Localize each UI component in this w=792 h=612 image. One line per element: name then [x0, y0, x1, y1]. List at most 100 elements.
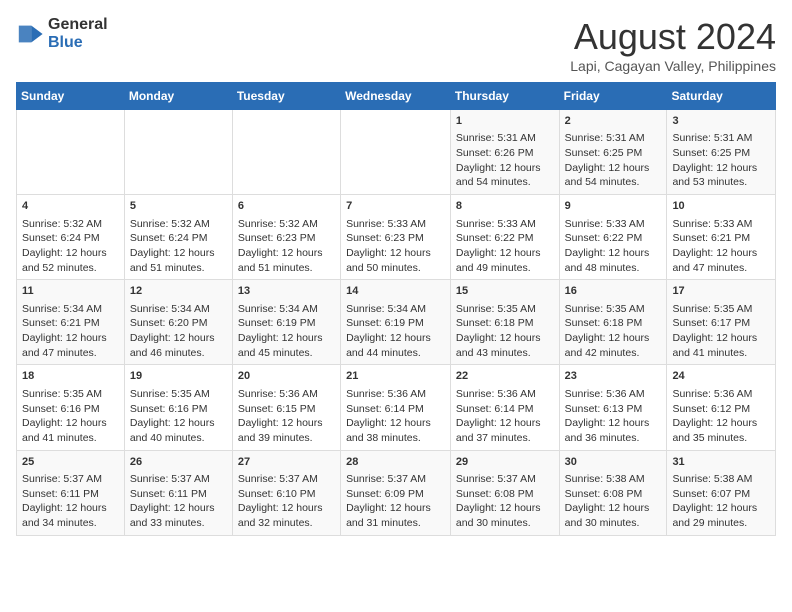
day-info-line: Sunset: 6:11 PM	[130, 487, 227, 502]
day-info-line: Daylight: 12 hours	[130, 416, 227, 431]
header-day-friday: Friday	[559, 83, 667, 110]
day-info-line: Sunset: 6:22 PM	[456, 231, 554, 246]
day-info-line: Sunrise: 5:36 AM	[565, 387, 662, 402]
day-info-line: Sunset: 6:22 PM	[565, 231, 662, 246]
calendar-week-3: 11Sunrise: 5:34 AMSunset: 6:21 PMDayligh…	[17, 280, 776, 365]
day-number: 28	[346, 455, 445, 470]
location-subtitle: Lapi, Cagayan Valley, Philippines	[570, 58, 776, 74]
calendar-cell: 28Sunrise: 5:37 AMSunset: 6:09 PMDayligh…	[341, 450, 451, 535]
day-info-line: Sunset: 6:26 PM	[456, 146, 554, 161]
calendar-cell: 12Sunrise: 5:34 AMSunset: 6:20 PMDayligh…	[124, 280, 232, 365]
calendar-cell: 26Sunrise: 5:37 AMSunset: 6:11 PMDayligh…	[124, 450, 232, 535]
calendar-cell: 18Sunrise: 5:35 AMSunset: 6:16 PMDayligh…	[17, 365, 125, 450]
day-info-line: and 35 minutes.	[672, 431, 770, 446]
day-info-line: Sunset: 6:24 PM	[22, 231, 119, 246]
day-info-line: Sunrise: 5:36 AM	[238, 387, 335, 402]
day-info-line: and 52 minutes.	[22, 261, 119, 276]
day-info-line: Sunset: 6:10 PM	[238, 487, 335, 502]
day-info-line: Sunrise: 5:37 AM	[346, 472, 445, 487]
header-day-tuesday: Tuesday	[232, 83, 340, 110]
day-info-line: and 42 minutes.	[565, 346, 662, 361]
day-info-line: Daylight: 12 hours	[672, 161, 770, 176]
day-info-line: Daylight: 12 hours	[456, 331, 554, 346]
calendar-cell	[124, 110, 232, 195]
logo-blue-text: Blue	[48, 34, 108, 52]
day-info-line: Sunrise: 5:32 AM	[130, 217, 227, 232]
calendar-cell: 13Sunrise: 5:34 AMSunset: 6:19 PMDayligh…	[232, 280, 340, 365]
day-info-line: Daylight: 12 hours	[130, 331, 227, 346]
day-number: 24	[672, 369, 770, 384]
calendar-cell: 3Sunrise: 5:31 AMSunset: 6:25 PMDaylight…	[667, 110, 776, 195]
day-info-line: and 54 minutes.	[456, 175, 554, 190]
day-info-line: Sunset: 6:08 PM	[456, 487, 554, 502]
title-block: August 2024 Lapi, Cagayan Valley, Philip…	[570, 16, 776, 74]
day-info-line: Sunrise: 5:36 AM	[672, 387, 770, 402]
day-info-line: Sunrise: 5:32 AM	[238, 217, 335, 232]
day-info-line: and 43 minutes.	[456, 346, 554, 361]
day-info-line: Sunrise: 5:33 AM	[672, 217, 770, 232]
day-number: 10	[672, 199, 770, 214]
calendar-week-1: 1Sunrise: 5:31 AMSunset: 6:26 PMDaylight…	[17, 110, 776, 195]
day-info-line: Daylight: 12 hours	[130, 246, 227, 261]
day-info-line: Daylight: 12 hours	[22, 501, 119, 516]
header-day-wednesday: Wednesday	[341, 83, 451, 110]
day-number: 23	[565, 369, 662, 384]
day-info-line: Sunrise: 5:35 AM	[456, 302, 554, 317]
day-number: 21	[346, 369, 445, 384]
day-info-line: and 39 minutes.	[238, 431, 335, 446]
day-info-line: Sunset: 6:25 PM	[565, 146, 662, 161]
calendar-header: SundayMondayTuesdayWednesdayThursdayFrid…	[17, 83, 776, 110]
header-day-sunday: Sunday	[17, 83, 125, 110]
day-info-line: Sunrise: 5:34 AM	[346, 302, 445, 317]
day-number: 30	[565, 455, 662, 470]
day-info-line: Daylight: 12 hours	[565, 416, 662, 431]
day-info-line: and 41 minutes.	[672, 346, 770, 361]
calendar-table: SundayMondayTuesdayWednesdayThursdayFrid…	[16, 82, 776, 536]
day-info-line: Sunset: 6:20 PM	[130, 316, 227, 331]
day-number: 14	[346, 284, 445, 299]
day-info-line: Sunset: 6:19 PM	[238, 316, 335, 331]
calendar-cell: 29Sunrise: 5:37 AMSunset: 6:08 PMDayligh…	[450, 450, 559, 535]
day-number: 3	[672, 114, 770, 129]
calendar-cell: 8Sunrise: 5:33 AMSunset: 6:22 PMDaylight…	[450, 195, 559, 280]
day-info-line: Sunset: 6:14 PM	[456, 402, 554, 417]
day-info-line: Daylight: 12 hours	[130, 501, 227, 516]
day-info-line: Daylight: 12 hours	[565, 331, 662, 346]
day-info-line: Sunset: 6:11 PM	[22, 487, 119, 502]
day-info-line: Sunset: 6:07 PM	[672, 487, 770, 502]
day-info-line: Daylight: 12 hours	[22, 246, 119, 261]
day-info-line: and 38 minutes.	[346, 431, 445, 446]
day-number: 13	[238, 284, 335, 299]
day-info-line: Daylight: 12 hours	[346, 416, 445, 431]
day-info-line: and 33 minutes.	[130, 516, 227, 531]
calendar-cell: 11Sunrise: 5:34 AMSunset: 6:21 PMDayligh…	[17, 280, 125, 365]
day-info-line: Sunrise: 5:31 AM	[565, 131, 662, 146]
day-number: 11	[22, 284, 119, 299]
day-info-line: Daylight: 12 hours	[238, 501, 335, 516]
header-day-saturday: Saturday	[667, 83, 776, 110]
day-info-line: and 49 minutes.	[456, 261, 554, 276]
day-info-line: and 53 minutes.	[672, 175, 770, 190]
day-info-line: Sunrise: 5:33 AM	[565, 217, 662, 232]
day-info-line: and 51 minutes.	[130, 261, 227, 276]
logo-general-text: General	[48, 16, 108, 34]
calendar-cell	[341, 110, 451, 195]
day-info-line: Sunset: 6:24 PM	[130, 231, 227, 246]
day-info-line: Sunrise: 5:33 AM	[456, 217, 554, 232]
calendar-cell: 22Sunrise: 5:36 AMSunset: 6:14 PMDayligh…	[450, 365, 559, 450]
day-number: 12	[130, 284, 227, 299]
day-info-line: Sunset: 6:23 PM	[238, 231, 335, 246]
day-info-line: Daylight: 12 hours	[22, 331, 119, 346]
day-number: 7	[346, 199, 445, 214]
calendar-cell: 23Sunrise: 5:36 AMSunset: 6:13 PMDayligh…	[559, 365, 667, 450]
day-info-line: Daylight: 12 hours	[456, 161, 554, 176]
header-day-thursday: Thursday	[450, 83, 559, 110]
day-info-line: and 51 minutes.	[238, 261, 335, 276]
day-number: 5	[130, 199, 227, 214]
day-info-line: Sunrise: 5:38 AM	[672, 472, 770, 487]
day-number: 25	[22, 455, 119, 470]
day-info-line: Sunrise: 5:31 AM	[456, 131, 554, 146]
day-info-line: Sunset: 6:25 PM	[672, 146, 770, 161]
day-number: 15	[456, 284, 554, 299]
calendar-cell: 7Sunrise: 5:33 AMSunset: 6:23 PMDaylight…	[341, 195, 451, 280]
